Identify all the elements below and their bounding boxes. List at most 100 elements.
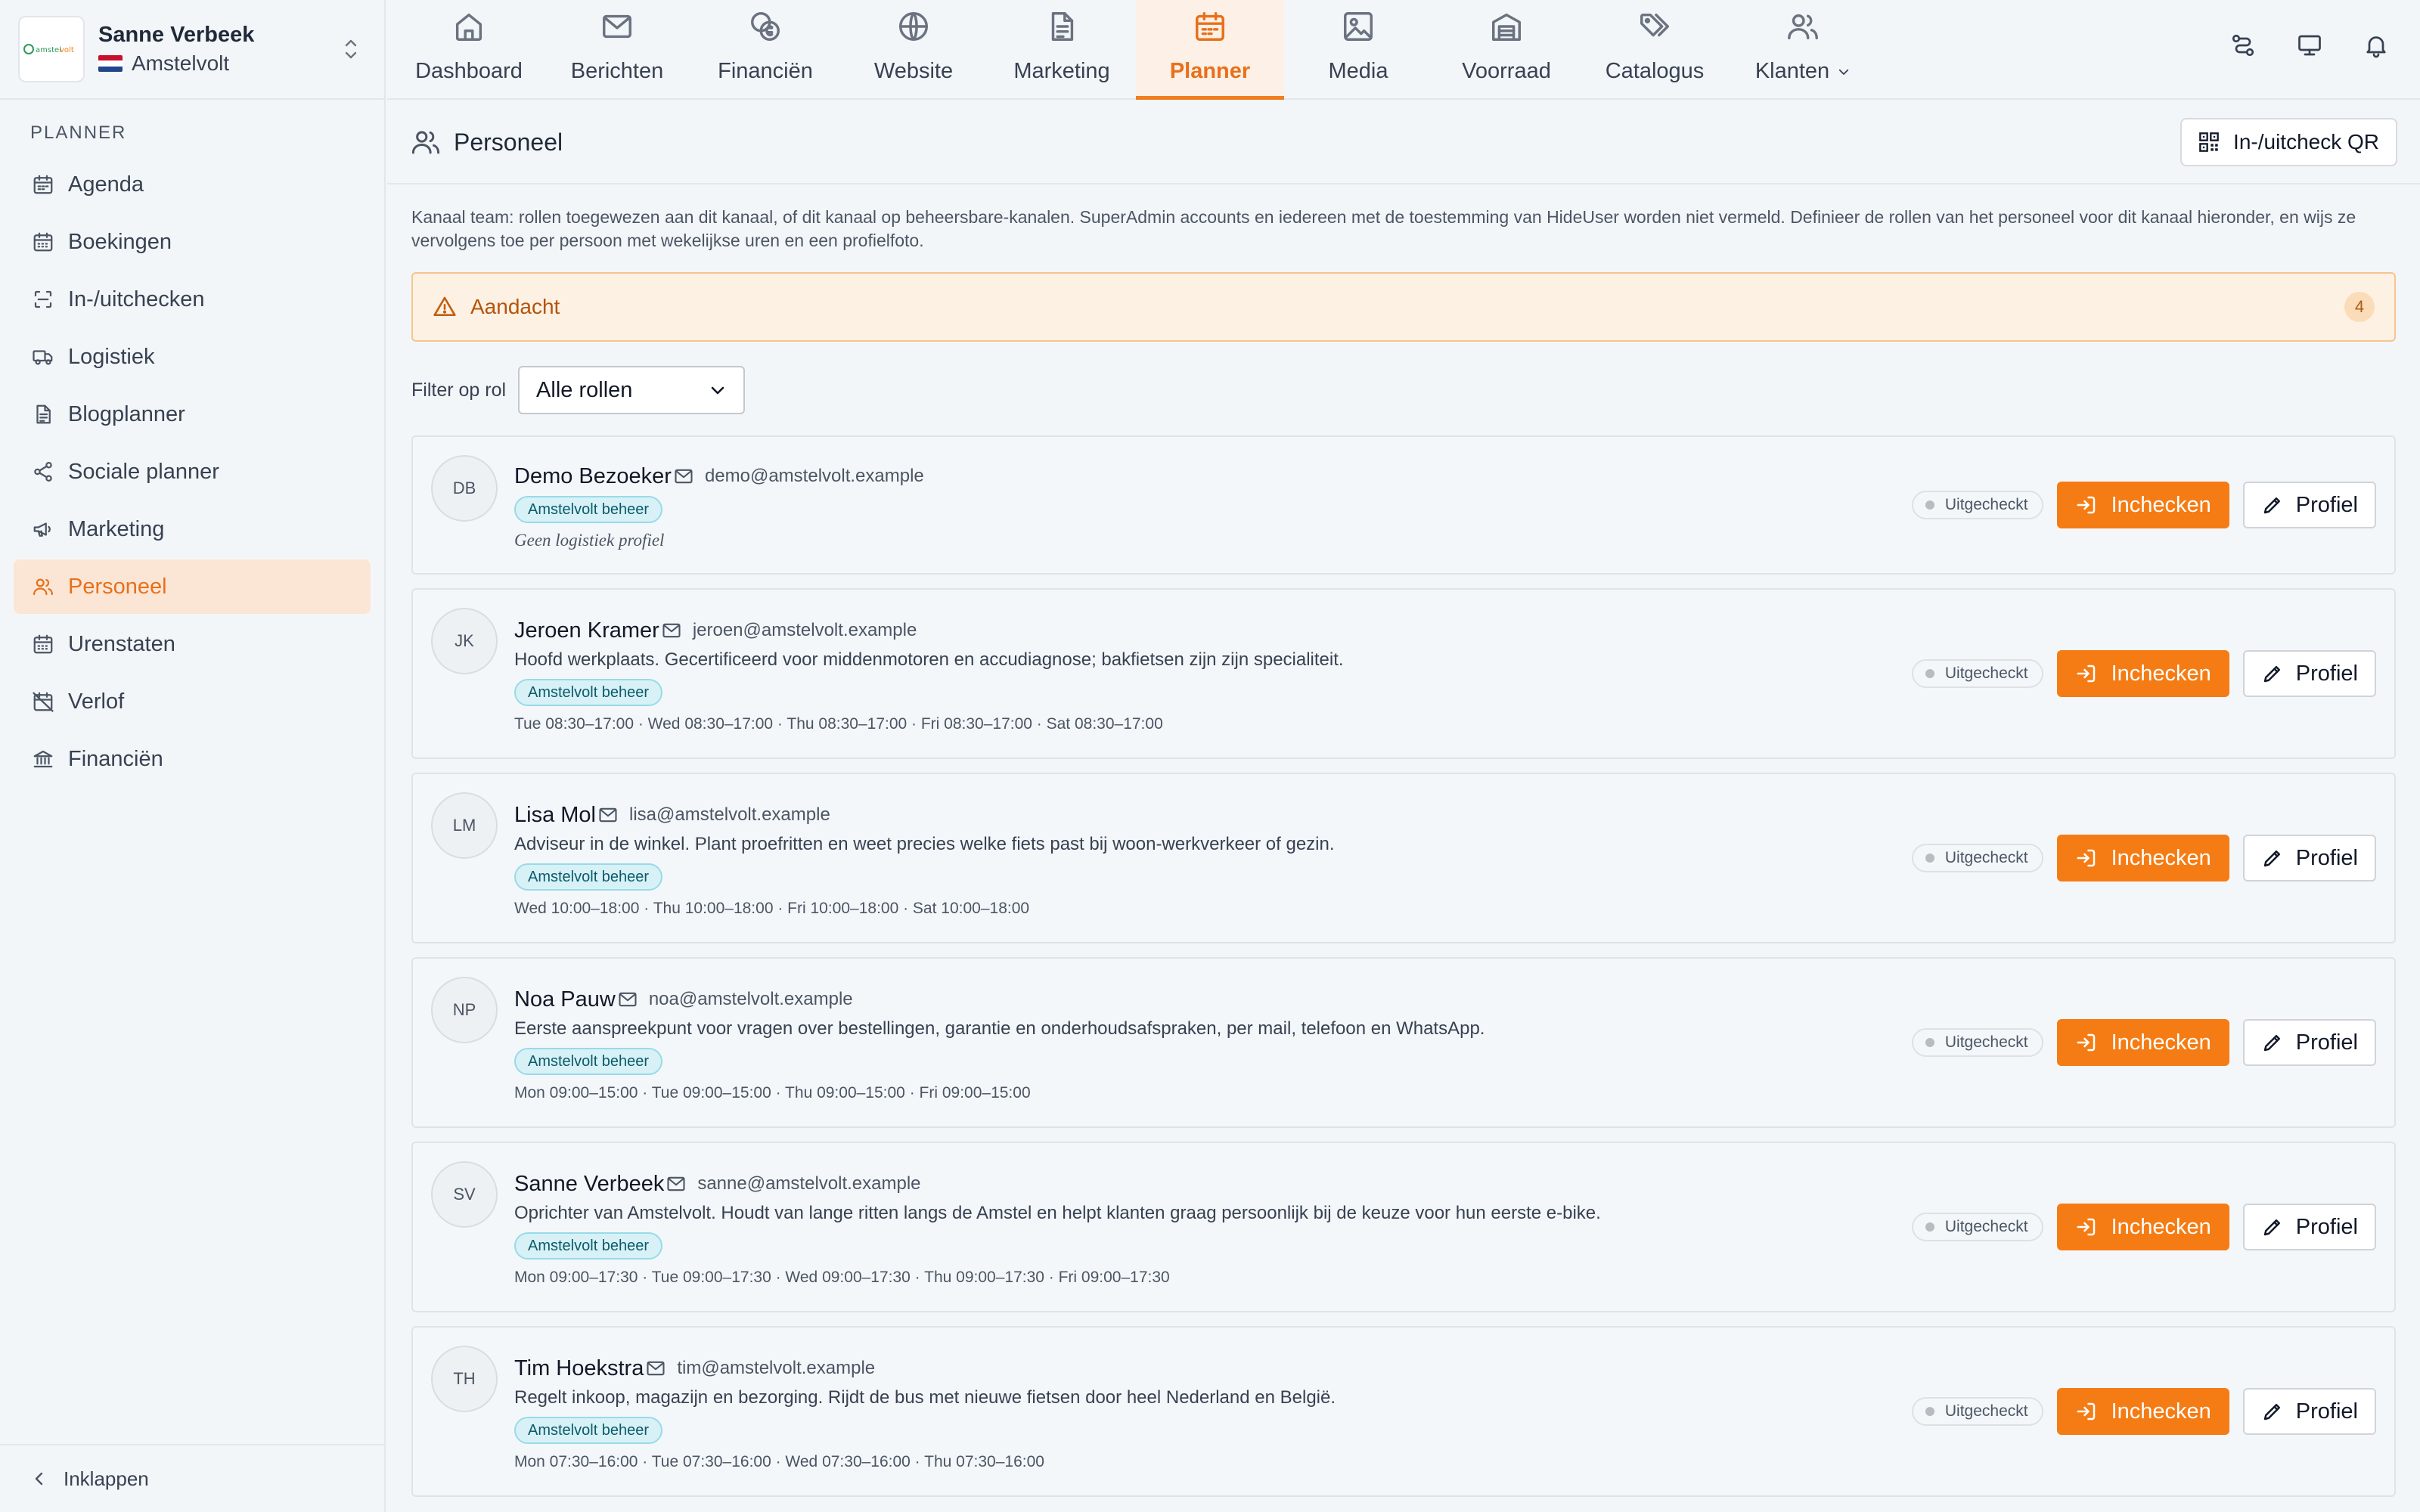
profile-button[interactable]: Profiel — [2242, 1204, 2376, 1250]
checkin-button[interactable]: Inchecken — [2056, 1388, 2229, 1435]
attention-panel[interactable]: Aandacht 4 — [411, 272, 2396, 342]
sidebar-item-marketing[interactable]: Marketing — [14, 502, 371, 556]
profile-button[interactable]: Profiel — [2242, 650, 2376, 697]
staff-description: Oprichter van Amstelvolt. Houdt van lang… — [514, 1203, 1601, 1223]
tab-financien[interactable]: Financiën — [691, 0, 839, 100]
status-badge: Uitgecheckt — [1911, 491, 2043, 519]
sidebar-item-logistiek[interactable]: Logistiek — [14, 330, 371, 384]
pencil-icon — [2261, 494, 2284, 516]
sidebar-item-label: Blogplanner — [68, 401, 185, 426]
sidebar-item-agenda[interactable]: Agenda — [14, 157, 371, 212]
checkin-button[interactable]: Inchecken — [2056, 650, 2229, 697]
sidebar-item-in-uitchecken[interactable]: In-/uitchecken — [14, 272, 371, 327]
role-filter-select[interactable]: Alle rollen — [518, 366, 746, 414]
share-icon — [32, 460, 54, 483]
status-label: Uitgecheckt — [1944, 665, 2028, 682]
status-badge: Uitgecheckt — [1911, 844, 2043, 872]
mail-icon — [661, 620, 682, 641]
sidebar-item-financien[interactable]: Financiën — [14, 732, 371, 786]
monitor-icon[interactable] — [2296, 32, 2323, 59]
avatar: NP — [431, 977, 498, 1043]
scan-icon — [32, 288, 54, 311]
page-header: Personeel In-/uitcheck QR — [387, 101, 2420, 184]
sidebar-item-verlof[interactable]: Verlof — [14, 674, 371, 729]
sidebar-item-label: Verlof — [68, 689, 125, 714]
login-icon — [2075, 1031, 2098, 1054]
checkin-label: Inchecken — [2111, 1214, 2211, 1239]
calendar-off-icon — [32, 690, 54, 713]
staff-card: SV Sanne Verbeek sanne@amstelvolt.example O… — [411, 1142, 2396, 1312]
avatar: JK — [431, 608, 498, 674]
status-dot — [1925, 669, 1934, 678]
tab-website[interactable]: Website — [839, 0, 988, 100]
profile-button[interactable]: Profiel — [2242, 482, 2376, 528]
coins-icon — [748, 9, 783, 44]
sidebar-item-label: Sociale planner — [68, 459, 219, 484]
checkin-button[interactable]: Inchecken — [2056, 1204, 2229, 1250]
sidebar-item-blogplanner[interactable]: Blogplanner — [14, 387, 371, 442]
account-switcher[interactable]: amstel volt Sanne Verbeek Amstelvolt — [0, 0, 384, 100]
sidebar-item-personeel[interactable]: Personeel — [14, 559, 371, 614]
tab-planner[interactable]: Planner — [1136, 0, 1284, 100]
status-dot — [1925, 854, 1934, 863]
tab-marketing[interactable]: Marketing — [988, 0, 1136, 100]
staff-email[interactable]: sanne@amstelvolt.example — [697, 1173, 920, 1194]
profile-button[interactable]: Profiel — [2242, 1388, 2376, 1435]
sidebar-item-label: In-/uitchecken — [68, 287, 205, 311]
sidebar-item-label: Logistiek — [68, 344, 155, 369]
account-channel: Amstelvolt — [132, 51, 230, 75]
checkin-qr-button[interactable]: In-/uitcheck QR — [2180, 118, 2397, 166]
staff-card: DB Demo Bezoeker demo@amstelvolt.example Am… — [411, 435, 2396, 575]
attention-label: Aandacht — [470, 295, 560, 318]
pencil-icon — [2261, 1031, 2284, 1054]
chevron-up-down-icon[interactable] — [336, 26, 366, 72]
checkin-button[interactable]: Inchecken — [2056, 835, 2229, 881]
tab-berichten[interactable]: Berichten — [543, 0, 691, 100]
role-badge: Amstelvolt beheer — [514, 863, 663, 891]
page-intro: Kanaal team: rollen toegewezen aan dit k… — [411, 207, 2356, 250]
collapse-sidebar-button[interactable]: Inklappen — [0, 1444, 386, 1512]
qr-button-label: In-/uitcheck QR — [2233, 130, 2379, 153]
staff-hours: Mon 09:00–17:30 · Tue 09:00–17:30 · Wed … — [514, 1269, 1170, 1286]
staff-name: Jeroen Kramer — [514, 618, 659, 643]
sidebar-item-sociale-planner[interactable]: Sociale planner — [14, 445, 371, 499]
role-filter-value: Alle rollen — [536, 377, 633, 402]
status-dot — [1925, 1407, 1934, 1416]
staff-hours: Mon 09:00–15:00 · Tue 09:00–15:00 · Thu … — [514, 1084, 1031, 1101]
bell-icon[interactable] — [2363, 32, 2390, 59]
sidebar-section-title: PLANNER — [30, 122, 127, 143]
tab-dashboard[interactable]: Dashboard — [395, 0, 543, 100]
warehouse-icon — [1489, 9, 1524, 44]
profile-label: Profiel — [2295, 1399, 2358, 1424]
sidebar-item-boekingen[interactable]: Boekingen — [14, 215, 371, 269]
avatar: DB — [431, 455, 498, 522]
profile-button[interactable]: Profiel — [2242, 835, 2376, 881]
collapse-label: Inklappen — [64, 1467, 149, 1490]
staff-email[interactable]: tim@amstelvolt.example — [677, 1358, 875, 1379]
sidebar-item-label: Financiën — [68, 746, 163, 771]
route-icon[interactable] — [2229, 32, 2257, 59]
image-icon — [1341, 9, 1376, 44]
tab-label: Berichten — [570, 59, 664, 83]
tab-klanten[interactable]: Klanten — [1729, 0, 1877, 100]
sidebar-item-urenstaten[interactable]: Urenstaten — [14, 617, 371, 671]
staff-email[interactable]: lisa@amstelvolt.example — [629, 804, 830, 826]
status-badge: Uitgecheckt — [1911, 1213, 2043, 1241]
tab-voorraad[interactable]: Voorraad — [1432, 0, 1581, 100]
staff-name: Lisa Mol — [514, 802, 596, 827]
tab-media[interactable]: Media — [1284, 0, 1432, 100]
profile-button[interactable]: Profiel — [2242, 1019, 2376, 1066]
staff-email[interactable]: jeroen@amstelvolt.example — [693, 620, 917, 641]
staff-description: Adviseur in de winkel. Plant proefritten… — [514, 834, 1335, 854]
tab-label: Klanten — [1754, 59, 1830, 83]
checkin-button[interactable]: Inchecken — [2056, 1019, 2229, 1066]
netherlands-flag-icon — [98, 55, 123, 72]
profile-label: Profiel — [2295, 845, 2358, 870]
tab-label: Planner — [1169, 59, 1251, 83]
staff-card: TH Tim Hoekstra tim@amstelvolt.example Rege… — [411, 1326, 2396, 1497]
checkin-button[interactable]: Inchecken — [2056, 482, 2229, 528]
checkin-label: Inchecken — [2111, 661, 2211, 686]
staff-email[interactable]: demo@amstelvolt.example — [705, 466, 924, 487]
staff-email[interactable]: noa@amstelvolt.example — [649, 989, 853, 1010]
tab-catalogus[interactable]: Catalogus — [1581, 0, 1729, 100]
